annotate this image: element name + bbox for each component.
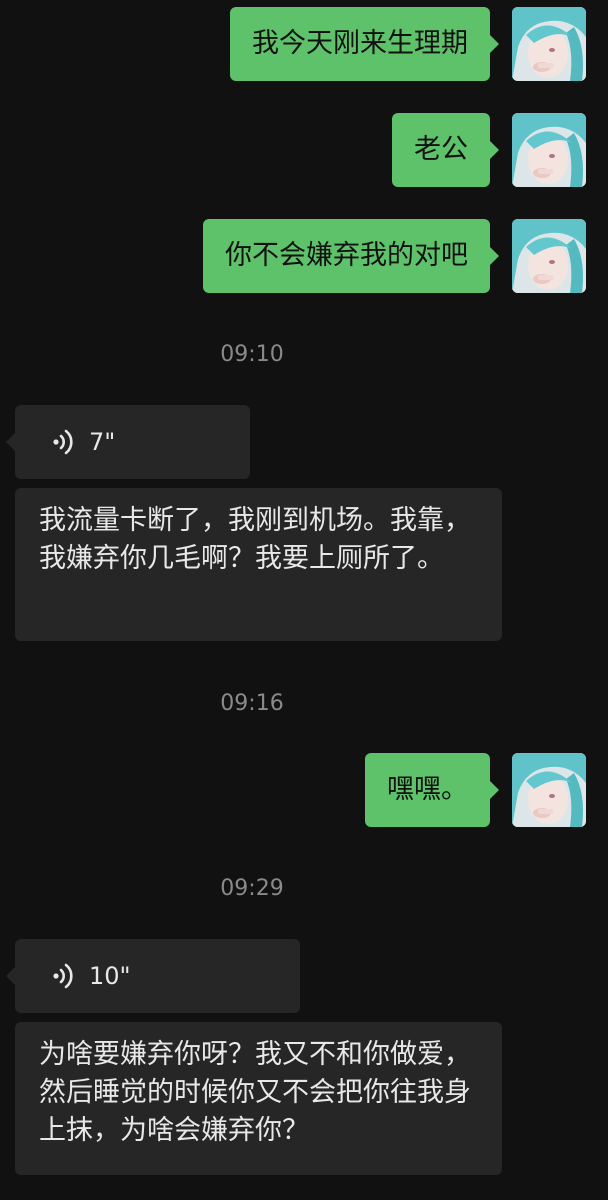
avatar-image (512, 753, 586, 827)
voice-message-bubble[interactable]: 10" (6, 939, 300, 1013)
outgoing-message-bubble[interactable]: 我今天刚来生理期 (230, 7, 499, 81)
user-avatar[interactable] (512, 113, 586, 187)
avatar-image (512, 219, 586, 293)
voice-duration: 10" (89, 962, 131, 990)
voice-duration: 7" (89, 428, 116, 456)
timestamp: 09:10 (220, 342, 284, 367)
voice-transcript: 我流量卡断了，我刚到机场。我靠，我嫌弃你几毛啊？我要上厕所了。 (15, 488, 502, 641)
avatar-image (512, 113, 586, 187)
message-text: 我今天刚来生理期 (252, 28, 468, 59)
message-text: 你不会嫌弃我的对吧 (225, 240, 468, 271)
voice-message-bubble[interactable]: 7" (6, 405, 250, 479)
voice-wave-icon (53, 429, 73, 455)
timestamp: 09:16 (220, 691, 284, 716)
outgoing-message-bubble[interactable]: 你不会嫌弃我的对吧 (203, 219, 499, 293)
user-avatar[interactable] (512, 219, 586, 293)
voice-wave-icon (53, 963, 73, 989)
outgoing-message-bubble[interactable]: 老公 (392, 113, 499, 187)
timestamp: 09:29 (220, 876, 284, 901)
outgoing-message-bubble[interactable]: 嘿嘿。 (365, 753, 499, 827)
transcript-text: 我流量卡断了，我刚到机场。我靠，我嫌弃你几毛啊？我要上厕所了。 (39, 505, 471, 574)
voice-transcript: 为啥要嫌弃你呀？我又不和你做爱，然后睡觉的时候你又不会把你往我身上抹，为啥会嫌弃… (15, 1022, 502, 1175)
user-avatar[interactable] (512, 7, 586, 81)
message-text: 嘿嘿。 (387, 774, 468, 805)
avatar-image (512, 7, 586, 81)
message-text: 老公 (414, 134, 468, 165)
user-avatar[interactable] (512, 753, 586, 827)
transcript-text: 为啥要嫌弃你呀？我又不和你做爱，然后睡觉的时候你又不会把你往我身上抹，为啥会嫌弃… (39, 1039, 471, 1146)
